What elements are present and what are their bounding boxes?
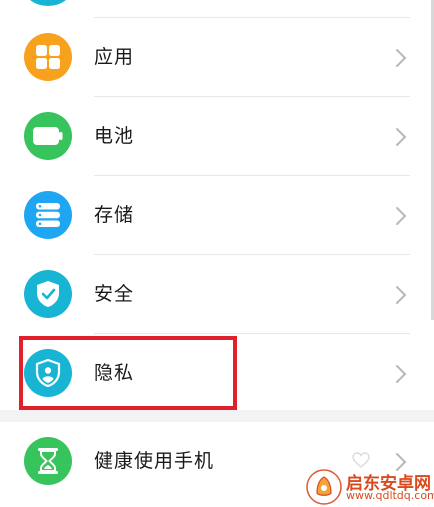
- chevron-right-icon: [396, 207, 407, 225]
- settings-item-partial[interactable]: [0, 0, 434, 18]
- watermark-logo-icon: [306, 469, 342, 505]
- settings-item-security[interactable]: 安全: [0, 255, 434, 334]
- chevron-right-icon: [396, 49, 407, 67]
- chevron-right-icon: [396, 128, 407, 146]
- settings-item-battery[interactable]: 电池: [0, 97, 434, 176]
- partial-item-icon: [24, 0, 72, 6]
- battery-icon: [24, 112, 72, 160]
- settings-item-label: 电池: [94, 125, 135, 147]
- hourglass-icon: [24, 437, 72, 485]
- chevron-right-icon: [396, 286, 407, 304]
- section-gap: [0, 410, 434, 422]
- settings-item-label: 健康使用手机: [94, 450, 215, 472]
- shield-check-icon: [24, 270, 72, 318]
- storage-icon: [24, 191, 72, 239]
- privacy-highlight-box: [19, 336, 237, 410]
- settings-item-storage[interactable]: 存储: [0, 176, 434, 255]
- settings-item-apps[interactable]: 应用: [0, 18, 434, 97]
- settings-item-label: 存储: [94, 204, 135, 226]
- site-watermark: 启东安卓网 www.qdltdq.com: [300, 465, 434, 507]
- watermark-url: www.qdltdq.com: [346, 489, 434, 502]
- settings-item-label: 安全: [94, 283, 135, 305]
- settings-screen: 应用 电池 存储 安全 隐私 健康使用手机 启东安卓网 www.qdltdq.c…: [0, 0, 434, 507]
- grid-icon: [24, 33, 72, 81]
- settings-item-label: 应用: [94, 46, 135, 68]
- chevron-right-icon: [396, 365, 407, 383]
